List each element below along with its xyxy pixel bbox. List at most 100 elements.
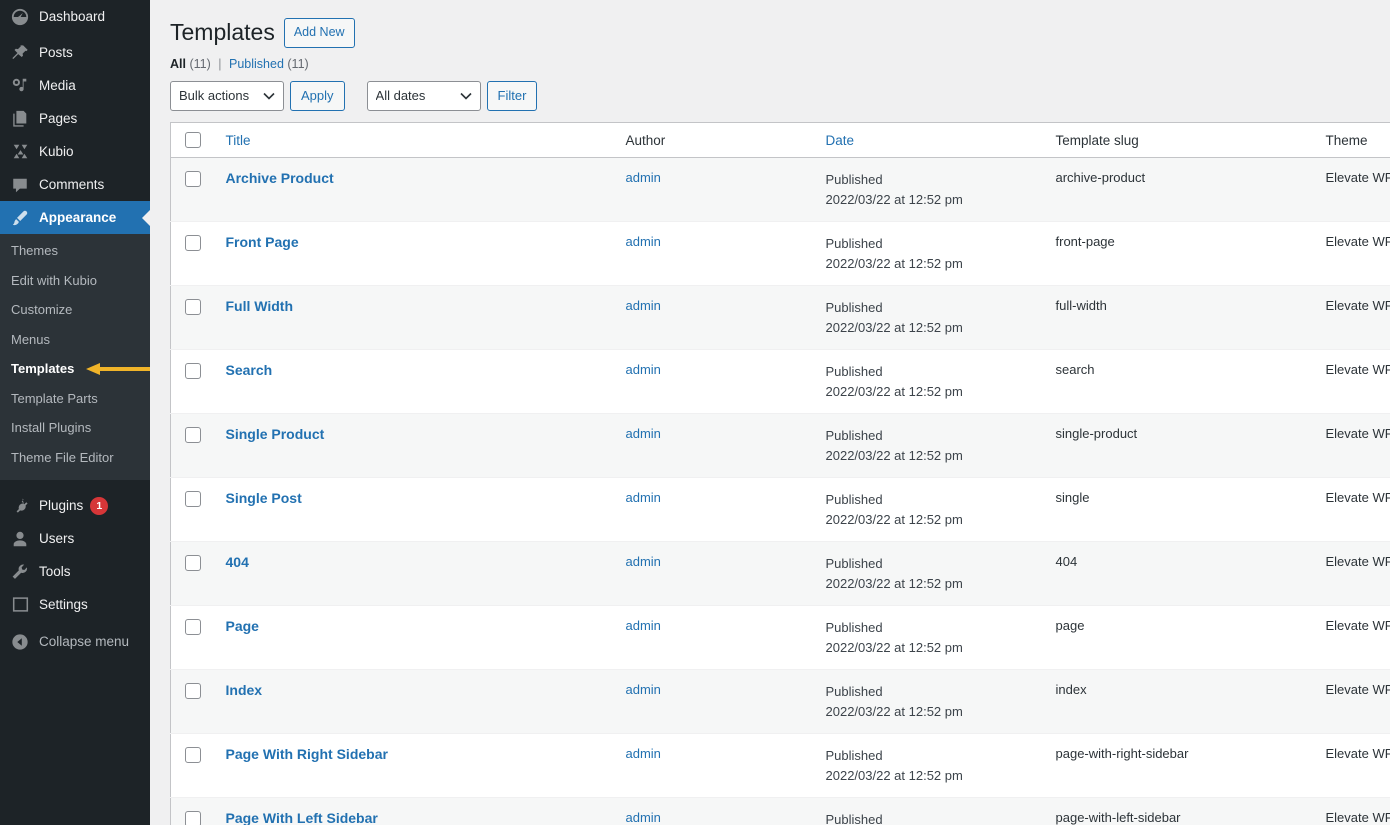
template-title-link[interactable]: Single Product xyxy=(226,426,325,442)
sidebar-item-label: Appearance xyxy=(39,210,116,225)
filter-button[interactable]: Filter xyxy=(487,81,538,111)
sidebar-item-plugins[interactable]: Plugins1 xyxy=(0,489,150,522)
row-checkbox[interactable] xyxy=(185,619,201,635)
table-row: Front Page admin Published2022/03/22 at 12… xyxy=(171,222,1390,286)
template-title-link[interactable]: 404 xyxy=(226,554,249,570)
sidebar-item-label: Posts xyxy=(39,45,73,60)
row-checkbox[interactable] xyxy=(185,747,201,763)
row-title-cell: Page xyxy=(216,606,616,670)
row-theme-cell: Elevate WP xyxy=(1316,606,1390,670)
row-title-cell: 404 xyxy=(216,542,616,606)
template-title-link[interactable]: Page With Left Sidebar xyxy=(226,810,378,825)
author-link[interactable]: admin xyxy=(626,810,661,825)
author-link[interactable]: admin xyxy=(626,426,661,441)
publish-status: Published xyxy=(826,298,1036,318)
column-header-title[interactable]: Title xyxy=(216,122,616,157)
author-link[interactable]: admin xyxy=(626,618,661,633)
publish-date: 2022/03/22 at 12:52 pm xyxy=(826,510,1036,530)
sidebar-item-settings[interactable]: Settings xyxy=(0,588,150,621)
row-checkbox[interactable] xyxy=(185,427,201,443)
row-checkbox[interactable] xyxy=(185,299,201,315)
sidebar-item-label: Comments xyxy=(39,177,104,192)
submenu-item-edit-with-kubio[interactable]: Edit with Kubio xyxy=(0,266,150,296)
sidebar-item-media[interactable]: Media xyxy=(0,69,150,102)
views-divider: | xyxy=(214,57,225,71)
sidebar-item-posts[interactable]: Posts xyxy=(0,36,150,69)
author-link[interactable]: admin xyxy=(626,682,661,697)
kubio-icon xyxy=(9,142,31,162)
submenu-item-install-plugins[interactable]: Install Plugins xyxy=(0,413,150,443)
template-title-link[interactable]: Full Width xyxy=(226,298,294,314)
row-title-cell: Page With Left Sidebar xyxy=(216,798,616,825)
author-link[interactable]: admin xyxy=(626,490,661,505)
sidebar-item-users[interactable]: Users xyxy=(0,522,150,555)
template-title-link[interactable]: Archive Product xyxy=(226,170,334,186)
row-checkbox[interactable] xyxy=(185,683,201,699)
sidebar-item-pages[interactable]: Pages xyxy=(0,102,150,135)
submenu-item-menus[interactable]: Menus xyxy=(0,325,150,355)
sidebar-item-comments[interactable]: Comments xyxy=(0,168,150,201)
column-header-date[interactable]: Date xyxy=(816,122,1046,157)
row-select-cell xyxy=(171,670,216,734)
row-checkbox[interactable] xyxy=(185,491,201,507)
apply-button[interactable]: Apply xyxy=(290,81,345,111)
row-checkbox[interactable] xyxy=(185,235,201,251)
comments-icon xyxy=(9,175,31,195)
author-link[interactable]: admin xyxy=(626,554,661,569)
row-select-cell xyxy=(171,286,216,350)
submenu-item-themes[interactable]: Themes xyxy=(0,236,150,266)
add-new-button[interactable]: Add New xyxy=(284,18,355,47)
view-published-label[interactable]: Published xyxy=(229,57,284,71)
dates-filter-select[interactable]: All dates xyxy=(367,81,481,111)
template-title-link[interactable]: Search xyxy=(226,362,273,378)
submenu-item-label: Theme File Editor xyxy=(11,450,114,465)
table-row: Single PostadminPublished2022/03/22 at 1… xyxy=(171,478,1390,542)
template-title-link[interactable]: Front Page xyxy=(226,234,299,250)
publish-status: Published xyxy=(826,682,1036,702)
submenu-item-customize[interactable]: Customize xyxy=(0,295,150,325)
row-author-cell: admin xyxy=(616,798,816,825)
wrench-icon xyxy=(9,562,31,582)
author-link[interactable]: admin xyxy=(626,746,661,761)
publish-date: 2022/03/22 at 12:52 pm xyxy=(826,254,1036,274)
row-slug-cell: full-width xyxy=(1046,286,1316,350)
table-row: Archive ProductadminPublished2022/03/22 … xyxy=(171,158,1390,222)
submenu-item-templates[interactable]: Templates xyxy=(0,354,150,384)
row-date-cell: Published2022/03/22 at 12:52 pm xyxy=(816,670,1046,734)
author-link[interactable]: admin xyxy=(626,234,661,249)
select-all-checkbox[interactable] xyxy=(185,132,201,148)
author-link[interactable]: admin xyxy=(626,362,661,377)
submenu-item-label: Edit with Kubio xyxy=(11,273,97,288)
template-title-link[interactable]: Single Post xyxy=(226,490,302,506)
table-row: Full WidthadminPublished2022/03/22 at 12… xyxy=(171,286,1390,350)
template-title-link[interactable]: Page xyxy=(226,618,259,634)
submenu-item-template-parts[interactable]: Template Parts xyxy=(0,384,150,414)
template-title-link[interactable]: Page With Right Sidebar xyxy=(226,746,388,762)
submenu-item-label: Template Parts xyxy=(11,391,98,406)
author-link[interactable]: admin xyxy=(626,298,661,313)
sidebar-item-collapse-menu[interactable]: Collapse menu xyxy=(0,625,150,658)
sidebar-item-appearance[interactable]: Appearance xyxy=(0,201,150,234)
view-all-label[interactable]: All xyxy=(170,57,186,71)
table-row: Index admin Published2022/03/22 at 12:52 p… xyxy=(171,670,1390,734)
row-slug-cell: page-with-right-sidebar xyxy=(1046,734,1316,798)
row-checkbox[interactable] xyxy=(185,555,201,571)
submenu-item-label: Menus xyxy=(11,332,50,347)
row-theme-cell: Elevate WP xyxy=(1316,734,1390,798)
submenu-item-theme-file-editor[interactable]: Theme File Editor xyxy=(0,443,150,473)
row-select-cell xyxy=(171,478,216,542)
sidebar-item-tools[interactable]: Tools xyxy=(0,555,150,588)
row-checkbox[interactable] xyxy=(185,811,201,825)
sidebar-item-label: Dashboard xyxy=(39,9,105,24)
author-link[interactable]: admin xyxy=(626,170,661,185)
bulk-actions-select[interactable]: Bulk actions xyxy=(170,81,284,111)
template-title-link[interactable]: Index xyxy=(226,682,263,698)
row-select-cell xyxy=(171,798,216,825)
row-select-cell xyxy=(171,158,216,222)
row-checkbox[interactable] xyxy=(185,363,201,379)
row-checkbox[interactable] xyxy=(185,171,201,187)
sidebar-item-kubio[interactable]: Kubio xyxy=(0,135,150,168)
publish-status: Published xyxy=(826,234,1036,254)
table-navigation-top: Bulk actions Apply All dates Filter xyxy=(170,81,1390,111)
sidebar-item-dashboard[interactable]: Dashboard xyxy=(0,0,150,33)
